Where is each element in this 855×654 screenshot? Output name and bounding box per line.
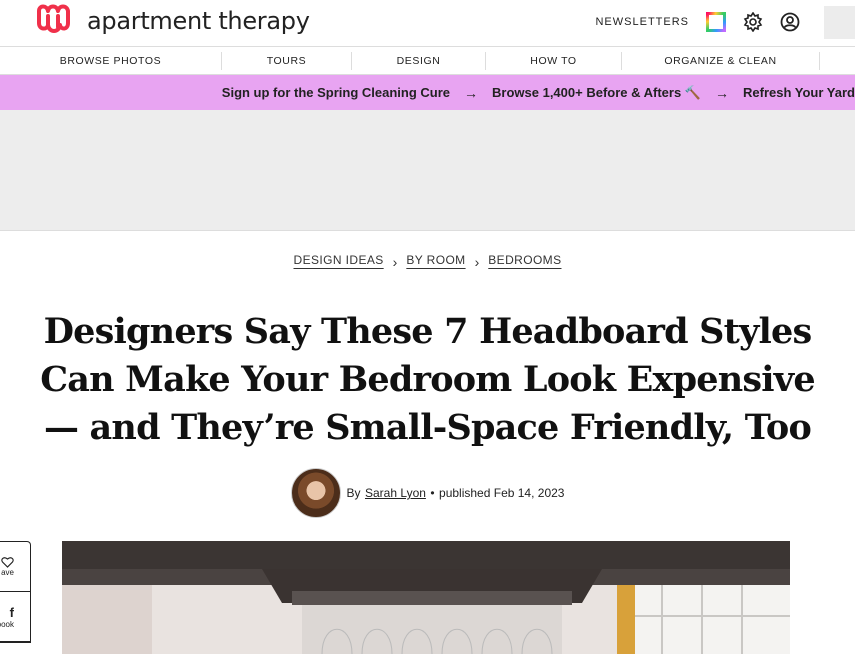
main-nav: BROWSE PHOTOS TOURS DESIGN HOW TO ORGANI… bbox=[0, 46, 855, 75]
promo-link-before-afters[interactable]: Browse 1,400+ Before & Afters 🔨 bbox=[492, 85, 701, 101]
menu-button[interactable] bbox=[824, 5, 855, 39]
promo-bar: Sign up for the Spring Cleaning Cure → B… bbox=[0, 75, 855, 110]
nav-item-design[interactable]: DESIGN bbox=[352, 52, 486, 70]
logo-icon bbox=[37, 4, 70, 33]
arrow-right-icon: → bbox=[464, 84, 479, 101]
article-title: Designers Say These 7 Headboard Styles C… bbox=[40, 311, 815, 448]
facebook-label: ebook bbox=[0, 619, 14, 629]
nav-item-how-to[interactable]: HOW TO bbox=[486, 52, 622, 70]
chevron-right-icon: › bbox=[474, 254, 480, 270]
breadcrumb-by-room[interactable]: BY ROOM bbox=[406, 253, 465, 267]
logo-text: apartment therapy bbox=[87, 7, 310, 35]
promo-link-spring-cleaning[interactable]: Sign up for the Spring Cleaning Cure bbox=[222, 85, 450, 100]
promo-link-refresh-yard[interactable]: Refresh Your Yard bbox=[743, 85, 855, 100]
byline-separator: • bbox=[430, 486, 435, 500]
hero-image bbox=[62, 541, 790, 654]
share-rail: ave f ebook bbox=[0, 541, 31, 643]
save-button[interactable]: ave bbox=[0, 542, 30, 592]
facebook-icon: f bbox=[9, 604, 14, 620]
arrow-right-icon: → bbox=[715, 84, 729, 101]
site-logo[interactable]: apartment therapy bbox=[35, 3, 310, 39]
breadcrumb: DESIGN IDEAS › BY ROOM › BEDROOMS bbox=[0, 252, 855, 270]
nav-item-organize-clean[interactable]: ORGANIZE & CLEAN bbox=[622, 52, 820, 70]
gear-icon[interactable] bbox=[742, 11, 764, 33]
publish-date: published Feb 14, 2023 bbox=[439, 486, 565, 500]
breadcrumb-design-ideas[interactable]: DESIGN IDEAS bbox=[294, 253, 384, 267]
chevron-right-icon: › bbox=[392, 254, 398, 270]
nav-item-tours[interactable]: TOURS bbox=[222, 52, 352, 70]
heart-icon bbox=[1, 557, 14, 568]
by-label: By bbox=[346, 486, 361, 500]
save-label: ave bbox=[1, 568, 14, 577]
ad-banner bbox=[0, 110, 855, 231]
rainbow-square-icon[interactable] bbox=[705, 11, 727, 33]
account-icon[interactable] bbox=[779, 11, 801, 33]
author-avatar[interactable] bbox=[290, 468, 341, 518]
breadcrumb-bedrooms[interactable]: BEDROOMS bbox=[488, 253, 561, 267]
byline: By Sarah Lyon • published Feb 14, 2023 bbox=[0, 468, 855, 518]
facebook-share-button[interactable]: f ebook bbox=[0, 592, 30, 642]
site-header: apartment therapy NEWSLETTERS bbox=[0, 0, 855, 46]
author-link[interactable]: Sarah Lyon bbox=[365, 486, 426, 500]
newsletters-link[interactable]: NEWSLETTERS bbox=[595, 16, 689, 28]
nav-item-browse-photos[interactable]: BROWSE PHOTOS bbox=[0, 52, 222, 70]
